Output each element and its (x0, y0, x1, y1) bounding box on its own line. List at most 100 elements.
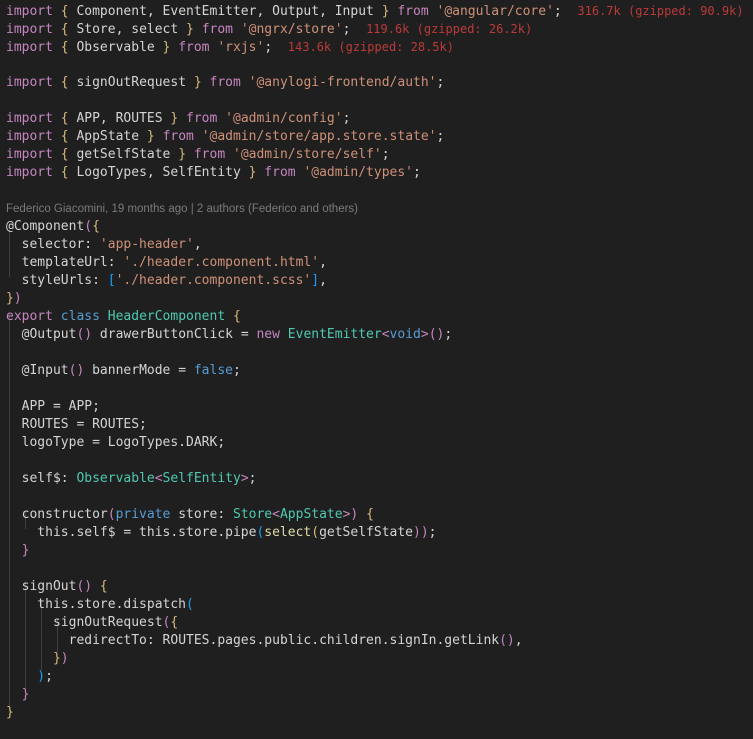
brace-close: } (248, 165, 257, 180)
import-cost-badge: 119.6k (gzipped: 26.2k) (366, 22, 533, 36)
code-line[interactable]: } (6, 704, 753, 722)
code-line[interactable]: templateUrl: './header.component.html', (6, 254, 753, 272)
brace-close: } (381, 4, 390, 19)
code-line[interactable]: import { Observable } from 'rxjs'; 143.6… (6, 38, 753, 56)
code-line-blank[interactable] (6, 488, 753, 506)
code-line-blank[interactable] (6, 452, 753, 470)
code-line[interactable]: @Output() drawerButtonClick = new EventE… (6, 326, 753, 344)
module-path: '@admin/config' (225, 111, 343, 126)
code-line[interactable]: import { Store, select } from '@ngrx/sto… (6, 20, 753, 38)
code-line-blank[interactable] (6, 92, 753, 110)
code-line-blank[interactable] (6, 182, 753, 200)
code-line[interactable]: self$: Observable<SelfEntity>; (6, 470, 753, 488)
bracket-close: ] (311, 273, 320, 288)
comma: , (319, 255, 327, 270)
code-line[interactable]: import { Component, EventEmitter, Output… (6, 2, 753, 20)
brace-open: { (233, 309, 241, 324)
keyword-import: import (6, 129, 53, 144)
keyword-from: from (162, 129, 194, 144)
code-line[interactable]: } (6, 542, 753, 560)
code-line[interactable]: logoType = LogoTypes.DARK; (6, 434, 753, 452)
brace-close: } (170, 111, 179, 126)
paren-open: ( (186, 597, 194, 612)
code-line[interactable]: export class HeaderComponent { (6, 308, 753, 326)
brace-open: { (60, 129, 69, 144)
decorator-input: @Input (6, 363, 69, 378)
code-line[interactable]: APP = APP; (6, 398, 753, 416)
brace-open: { (60, 22, 69, 37)
keyword-from: from (178, 40, 210, 55)
angle-open: < (272, 507, 280, 522)
semicolon: ; (233, 363, 241, 378)
code-line[interactable]: signOut() { (6, 578, 753, 596)
code-line[interactable]: }) (6, 650, 753, 668)
styleurls-value: './header.component.scss' (115, 273, 312, 288)
code-line[interactable]: redirectTo: ROUTES.pages.public.children… (6, 632, 753, 650)
code-line[interactable]: styleUrls: ['./header.component.scss'], (6, 272, 753, 290)
code-line[interactable]: constructor(private store: Store<AppStat… (6, 506, 753, 524)
brace-close: } (6, 543, 30, 558)
paren-close: ) (6, 669, 46, 684)
member-self-observable: self$: (6, 471, 69, 486)
code-line-blank[interactable] (6, 56, 753, 74)
keyword-private: private (115, 507, 171, 522)
assignment-self: this.self$ = this.store.pipe (6, 525, 257, 540)
code-line-blank[interactable] (6, 344, 753, 362)
brace-open: { (60, 75, 69, 90)
code-editor[interactable]: import { Component, EventEmitter, Output… (0, 0, 753, 739)
code-line[interactable]: @Component({ (6, 218, 753, 236)
keyword-export: export (6, 309, 53, 324)
import-cost-badge: 316.7k (gzipped: 90.9k) (577, 4, 744, 18)
imported-names: Store, select (68, 22, 187, 37)
semicolon: ; (428, 525, 437, 540)
code-line[interactable]: } (6, 686, 753, 704)
code-line[interactable]: @Input() bannerMode = false; (6, 362, 753, 380)
code-line[interactable]: import { AppState } from '@admin/store/a… (6, 128, 753, 146)
constructor-keyword: constructor (6, 507, 108, 522)
literal-false: false (193, 363, 233, 378)
module-path: '@anylogi-frontend/auth' (248, 75, 437, 90)
paren-close-pair: )) (413, 525, 429, 540)
code-line[interactable]: import { getSelfState } from '@admin/sto… (6, 146, 753, 164)
code-line[interactable]: }) (6, 290, 753, 308)
generic-appstate: AppState (279, 507, 343, 522)
keyword-import: import (6, 165, 53, 180)
brace-open: { (60, 4, 69, 19)
code-lines[interactable]: import { Component, EventEmitter, Output… (0, 2, 753, 722)
keyword-from: from (186, 111, 218, 126)
paren-pair: () (76, 327, 93, 342)
code-line[interactable]: this.self$ = this.store.pipe(select(getS… (6, 524, 753, 542)
code-line[interactable]: import { LogoTypes, SelfEntity } from '@… (6, 164, 753, 182)
member-routes: ROUTES = ROUTES; (6, 417, 147, 432)
brace-close: } (6, 651, 61, 666)
selector-value: 'app-header' (92, 237, 194, 252)
keyword-import: import (6, 147, 53, 162)
imported-names: Observable (68, 40, 163, 55)
code-line[interactable]: import { signOutRequest } from '@anylogi… (6, 74, 753, 92)
brace-open: { (60, 165, 69, 180)
property-selector: selector: (6, 237, 93, 252)
imported-names: signOutRequest (68, 75, 194, 90)
brace-open: { (60, 40, 69, 55)
code-line[interactable]: signOutRequest({ (6, 614, 753, 632)
keyword-from: from (193, 147, 226, 162)
code-line[interactable]: selector: 'app-header', (6, 236, 753, 254)
paren-close: ) (60, 651, 69, 666)
keyword-from: from (397, 4, 429, 19)
module-path: '@admin/store/app.store.state' (201, 129, 437, 144)
code-line[interactable]: ROUTES = ROUTES; (6, 416, 753, 434)
semicolon: ; (342, 111, 351, 126)
code-line[interactable]: import { APP, ROUTES } from '@admin/conf… (6, 110, 753, 128)
code-line[interactable]: this.store.dispatch( (6, 596, 753, 614)
method-signout: signOut (6, 579, 77, 594)
comma: , (193, 237, 202, 252)
imported-names: AppState (68, 129, 147, 144)
code-line-blank[interactable] (6, 560, 753, 578)
decorator-output: @Output (6, 327, 77, 342)
property-styleurls: styleUrls: (6, 273, 100, 288)
code-line-blank[interactable] (6, 380, 753, 398)
code-line[interactable]: ); (6, 668, 753, 686)
semicolon: ; (553, 4, 562, 19)
git-blame-annotation[interactable]: Federico Giacomini, 19 months ago | 2 au… (6, 200, 753, 218)
call-select: select (264, 525, 312, 540)
